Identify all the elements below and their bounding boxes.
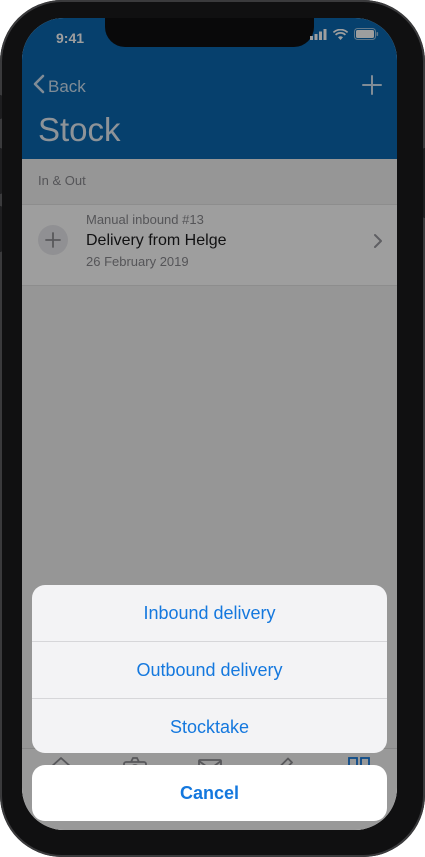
outbound-delivery-button[interactable]: Outbound delivery	[32, 642, 387, 699]
phone-frame: 9:41 Back Stock In & Out Manual inbound …	[0, 0, 425, 857]
screen: 9:41 Back Stock In & Out Manual inbound …	[22, 18, 397, 830]
cancel-button[interactable]: Cancel	[32, 765, 387, 821]
silent-switch	[0, 95, 2, 119]
stocktake-button[interactable]: Stocktake	[32, 699, 387, 753]
volume-up-button	[0, 148, 2, 194]
volume-down-button	[0, 206, 2, 252]
action-sheet: Inbound delivery Outbound delivery Stock…	[32, 585, 387, 753]
inbound-delivery-button[interactable]: Inbound delivery	[32, 585, 387, 642]
